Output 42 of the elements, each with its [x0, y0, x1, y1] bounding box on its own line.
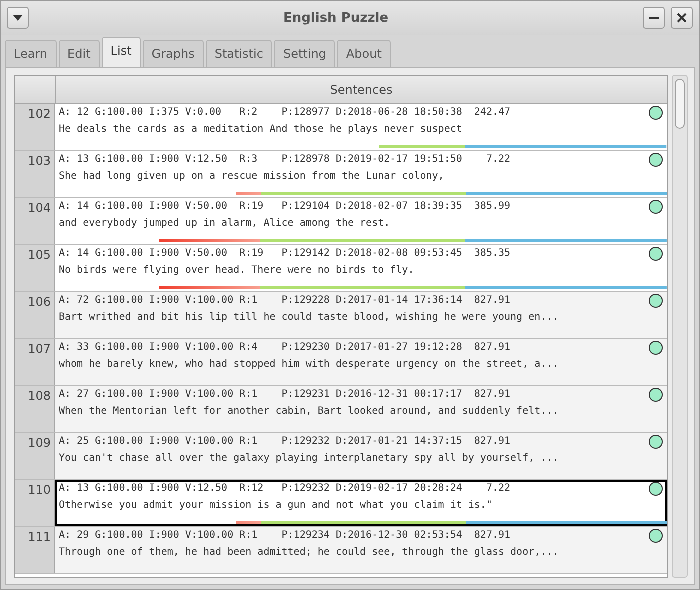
tab[interactable]: Setting [274, 40, 336, 67]
tab[interactable]: Learn [5, 40, 57, 67]
close-icon [677, 13, 687, 23]
status-dot [649, 341, 663, 355]
row-number: 108 [15, 386, 55, 432]
scrollbar-thumb[interactable] [675, 79, 685, 129]
status-dot [649, 388, 663, 402]
status-dot [649, 153, 663, 167]
window-menu-button[interactable] [7, 7, 29, 29]
sentence-cell[interactable]: A: 29 G:100.00 I:900 V:100.00 R:1 P:129234 D:2016-12-30 02:53:54 827.91 Through one of them, he had been admitted; he could see, through the glass door,... [55, 527, 667, 573]
status-dot [649, 482, 663, 496]
sentence-cell[interactable]: A: 33 G:100.00 I:900 V:100.00 R:4 P:129230 D:2017-01-27 19:12:28 827.91 whom he barely knew, who had stopped him with desperate urgency on the street, a... [55, 339, 667, 385]
status-dot [649, 294, 663, 308]
tab[interactable]: Edit [58, 40, 100, 67]
row-number: 107 [15, 339, 55, 385]
status-dot [649, 247, 663, 261]
tab[interactable]: About [337, 40, 391, 67]
row-number: 111 [15, 527, 55, 573]
row-number: 103 [15, 151, 55, 197]
status-dot [649, 435, 663, 449]
tab[interactable]: Graphs [142, 40, 204, 67]
sentence-cell[interactable]: A: 13 G:100.00 I:900 V:12.50 R:12 P:129232 D:2019-02-17 20:28:24 7.22 Otherwise you admit your mission is a gun and not what you claim it is." [55, 480, 667, 526]
row-number: 110 [15, 480, 55, 526]
row-number: 105 [15, 245, 55, 291]
sentence-cell[interactable]: A: 27 G:100.00 I:900 V:100.00 R:1 P:129231 D:2016-12-31 00:17:17 827.91 When the Mentorian left for another cabin, Bart looked around, and suddenly felt... [55, 386, 667, 432]
row-number: 106 [15, 292, 55, 338]
close-button[interactable] [671, 7, 693, 29]
status-dot [649, 529, 663, 543]
sentence-cell[interactable]: A: 72 G:100.00 I:900 V:100.00 R:1 P:129228 D:2017-01-14 17:36:14 827.91 Bart writhed and bit his lip till he could taste blood, wishing he were young en... [55, 292, 667, 338]
tab[interactable]: List [102, 37, 141, 67]
row-number: 109 [15, 433, 55, 479]
tab[interactable]: Statistic [206, 40, 272, 67]
minimize-icon [649, 17, 659, 19]
window-title: English Puzzle [282, 10, 390, 26]
row-number: 102 [15, 104, 55, 150]
sentence-cell[interactable]: A: 25 G:100.00 I:900 V:100.00 R:1 P:129232 D:2017-01-21 14:37:15 827.91 You can't chase all over the galaxy playing interplanetary spy all by yourself, ... [55, 433, 667, 479]
minimize-button[interactable] [643, 7, 665, 29]
status-dot [649, 106, 663, 120]
status-dot [649, 200, 663, 214]
caret-icon [13, 15, 23, 21]
scrollbar[interactable] [672, 75, 688, 578]
row-number: 104 [15, 198, 55, 244]
